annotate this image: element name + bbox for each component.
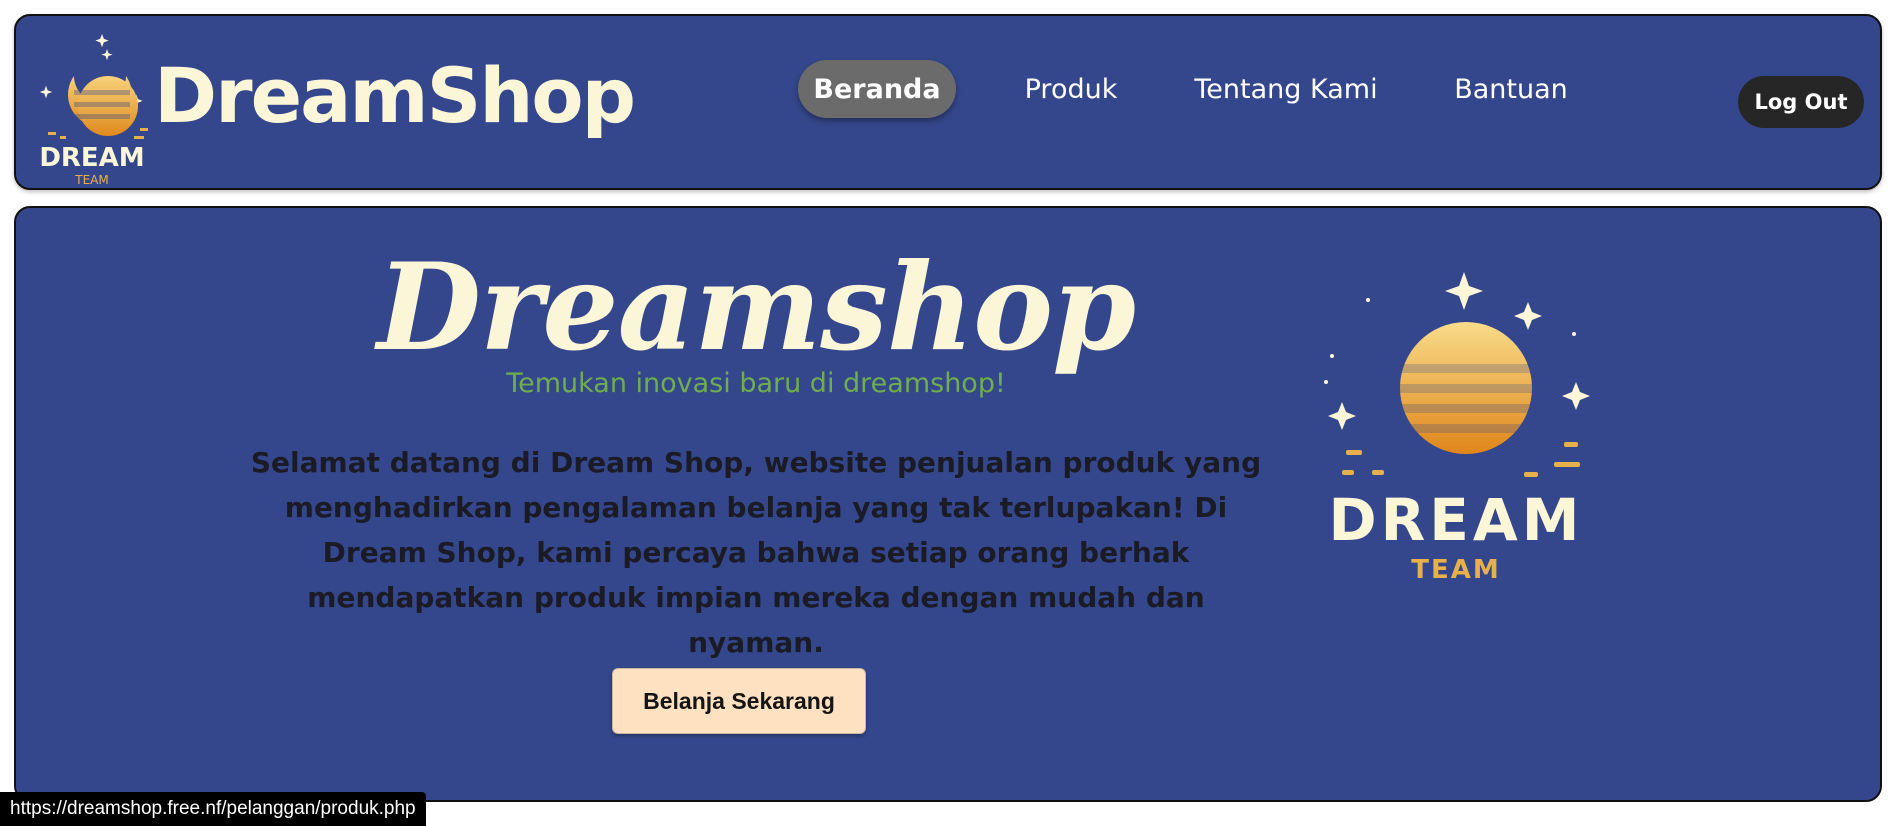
nav-beranda[interactable]: Beranda	[798, 60, 956, 118]
dream-team-logo-large: DREAM TEAM	[1324, 272, 1590, 585]
hero-title: Dreamshop	[376, 237, 1136, 378]
hero-logo-word: DREAM	[1328, 486, 1583, 554]
logout-button[interactable]: Log Out	[1738, 76, 1864, 128]
top-navbar: DREAM TEAM DreamShop Beranda Produk Tent…	[14, 14, 1882, 190]
hero-description: Selamat datang di Dream Shop, website pe…	[250, 446, 1262, 659]
main-nav: Beranda Produk Tentang Kami Bantuan	[16, 16, 1880, 188]
shop-now-button[interactable]: Belanja Sekarang	[612, 668, 866, 734]
hero-logo-sub: TEAM	[1411, 555, 1501, 585]
hero-section: Dreamshop Temukan inovasi baru di dreams…	[14, 206, 1882, 802]
link-preview-status-bar: https://dreamshop.free.nf/pelanggan/prod…	[0, 792, 426, 826]
nav-tentang-kami[interactable]: Tentang Kami	[1186, 60, 1386, 118]
hero-subtitle: Temukan inovasi baru di dreamshop!	[506, 368, 1006, 399]
nav-produk[interactable]: Produk	[1006, 60, 1136, 118]
nav-bantuan[interactable]: Bantuan	[1436, 60, 1586, 118]
